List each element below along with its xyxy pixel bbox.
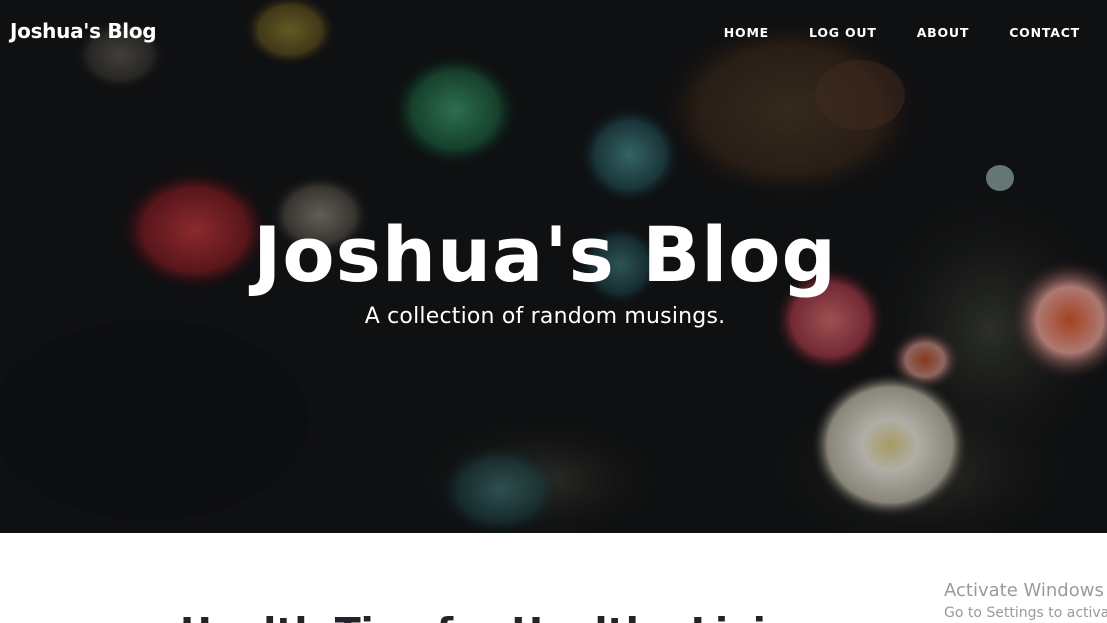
nav-links: HOME LOG OUT ABOUT CONTACT bbox=[684, 25, 1080, 40]
nav-link-about[interactable]: ABOUT bbox=[917, 25, 970, 40]
site-subtitle: A collection of random musings. bbox=[364, 304, 726, 329]
hero-header: Joshua's Blog HOME LOG OUT ABOUT CONTACT… bbox=[0, 0, 1107, 533]
watermark-title: Activate Windows bbox=[944, 580, 1104, 601]
nav-link-log-out[interactable]: LOG OUT bbox=[809, 25, 877, 40]
post-title-link[interactable]: Health Tips for Healthy Living bbox=[180, 610, 820, 623]
site-heading: Joshua's Blog A collection of random mus… bbox=[0, 210, 1090, 329]
watermark-subtitle: Go to Settings to activate bbox=[944, 605, 1107, 621]
nav-link-home[interactable]: HOME bbox=[724, 25, 769, 40]
navbar-brand-link[interactable]: Joshua's Blog bbox=[10, 19, 157, 43]
nav-link-contact[interactable]: CONTACT bbox=[1009, 25, 1080, 40]
main-navbar: Joshua's Blog HOME LOG OUT ABOUT CONTACT bbox=[0, 0, 1107, 68]
page: Joshua's Blog HOME LOG OUT ABOUT CONTACT… bbox=[0, 0, 1107, 623]
windows-activation-watermark: Activate Windows Go to Settings to activ… bbox=[944, 580, 1107, 623]
site-title: Joshua's Blog bbox=[253, 210, 837, 299]
